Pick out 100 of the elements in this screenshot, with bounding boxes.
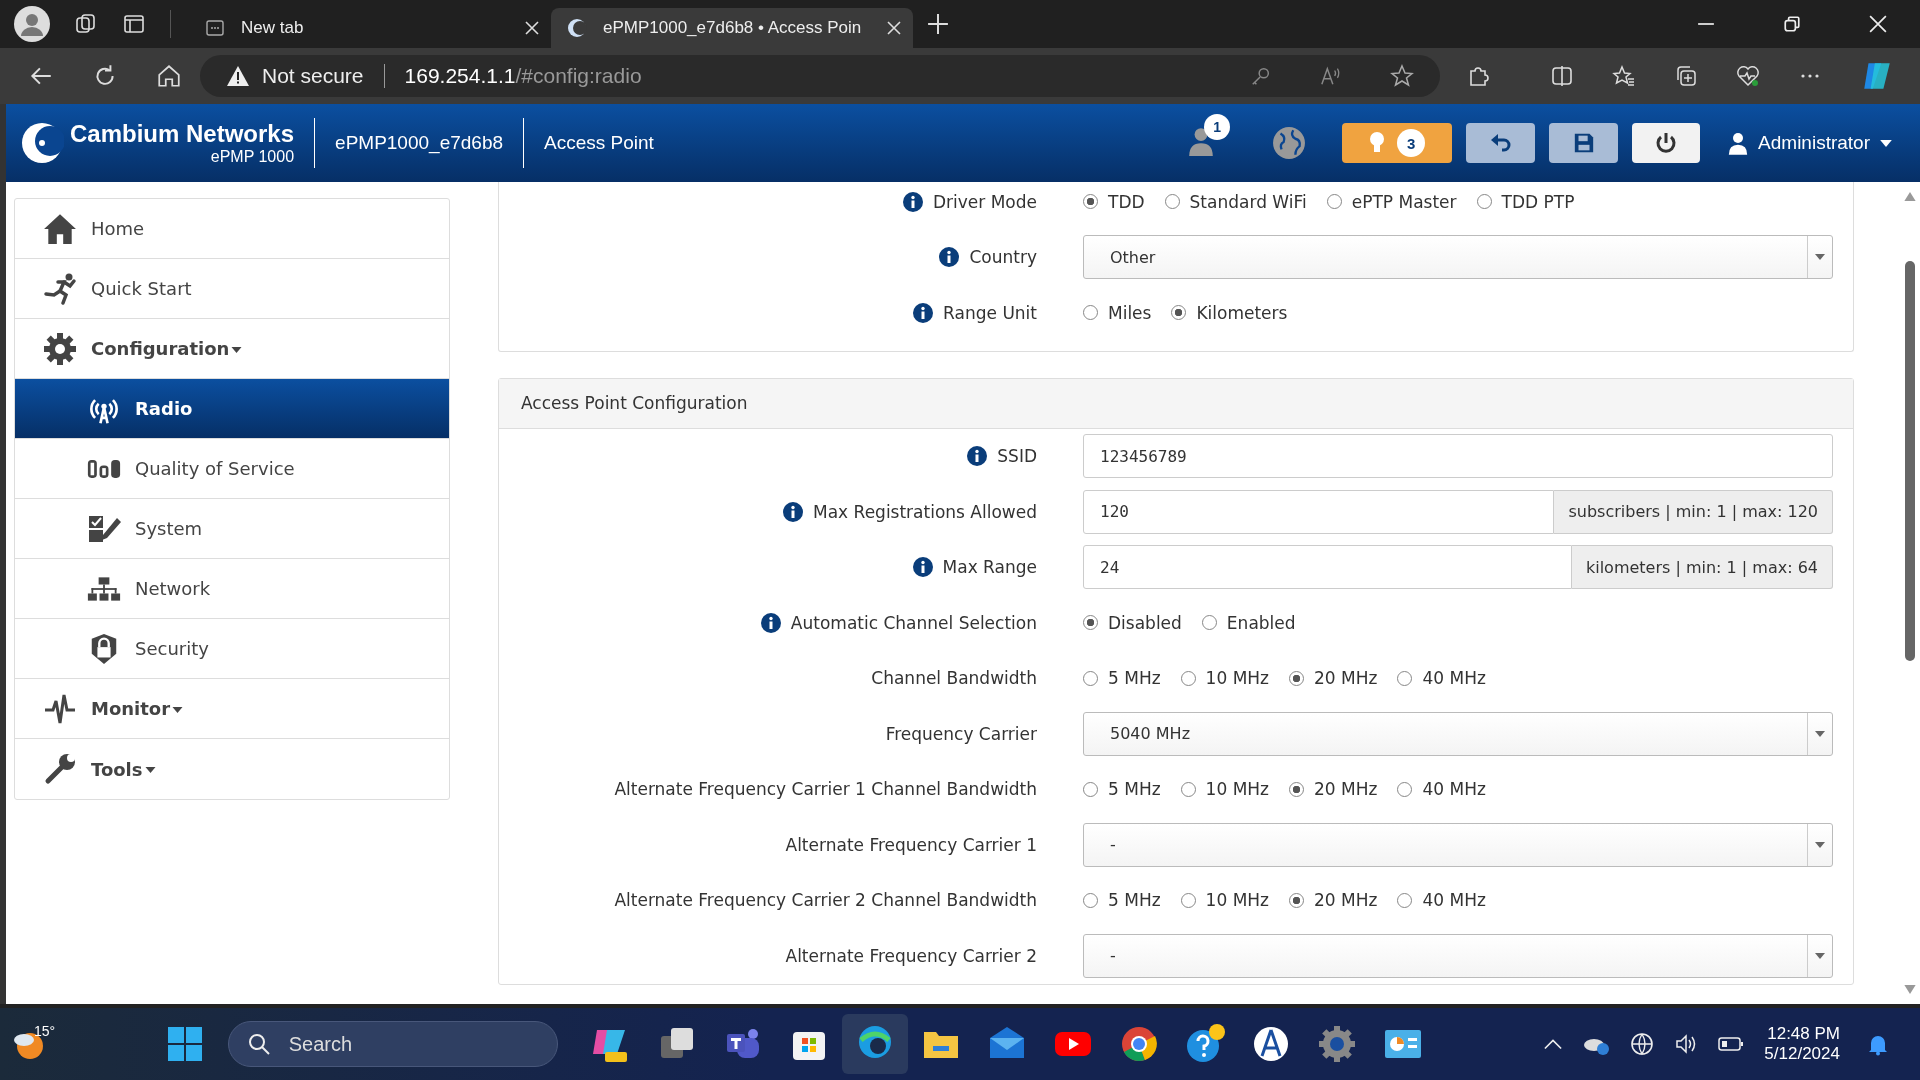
settings-icon[interactable] [1316,1024,1357,1064]
radio-option[interactable]: Miles [1083,302,1152,323]
radio-option[interactable]: 10 MHz [1180,668,1269,689]
star-icon[interactable] [1390,64,1414,88]
radio-option[interactable]: TDD PTP [1476,191,1575,212]
sidebar-item[interactable]: Network [15,559,449,619]
sidebar-item[interactable]: Tools [15,739,449,799]
dropdown[interactable]: 5040 MHz [1083,711,1833,756]
dropdown[interactable]: - [1083,822,1833,867]
sidebar-item[interactable]: Monitor [15,679,449,739]
field-label: Range Unit [943,302,1037,323]
dropdown[interactable]: Other [1083,235,1833,280]
collections-icon[interactable] [1674,64,1698,88]
key-icon[interactable] [1250,65,1272,87]
radio-option[interactable]: 20 MHz [1289,668,1378,689]
info-icon[interactable] [967,446,988,467]
radio-option[interactable]: TDD [1083,191,1145,212]
save-button[interactable] [1549,123,1619,163]
radio-option[interactable]: 40 MHz [1397,890,1486,911]
input-field[interactable]: 120 [1083,489,1555,534]
power-button[interactable] [1632,123,1701,163]
radio-option[interactable]: Disabled [1083,612,1182,633]
field-label: Channel Bandwidth [871,668,1037,689]
browser-tab[interactable]: New tab [189,8,551,48]
radio-option[interactable]: 10 MHz [1180,890,1269,911]
info-icon[interactable] [902,191,923,212]
clock[interactable]: 12:48 PM 5/12/2024 [1764,1024,1840,1064]
start-icon[interactable] [166,1026,203,1062]
user-icon[interactable] [1188,126,1215,156]
field-label: Alternate Frequency Carrier 1 [785,834,1037,855]
radio-option[interactable]: Kilometers [1171,302,1288,323]
search-field[interactable]: Search [227,1021,558,1067]
new-tab-icon[interactable] [927,13,949,35]
user-icon [1728,131,1749,155]
input-field[interactable]: 123456789 [1083,434,1833,479]
radio-option[interactable]: 40 MHz [1397,668,1486,689]
sidebar-item[interactable]: Quality of Service [15,439,449,499]
scroll-up-icon[interactable] [1904,192,1916,201]
radio-option[interactable]: 5 MHz [1083,779,1161,800]
radio-option[interactable]: 20 MHz [1289,890,1378,911]
radio-option[interactable]: 20 MHz [1289,779,1378,800]
battery-icon[interactable] [1718,1036,1745,1052]
info-icon[interactable] [939,247,960,268]
read-aloud-icon[interactable] [1320,65,1342,87]
workspaces-icon[interactable] [74,12,98,36]
dropdown[interactable]: - [1083,933,1833,978]
address-bar[interactable]: Not secure 169.254.1.1/#config:radio [200,55,1440,97]
field-label: Alternate Frequency Carrier 2 Channel Bandwidth [614,890,1037,911]
user-count-badge: 1 [1204,114,1231,140]
radio-option[interactable]: Enabled [1201,612,1296,633]
lightbulb-icon [1369,131,1386,155]
user-menu[interactable]: Administrator [1728,131,1892,155]
scroll-thumb[interactable] [1905,261,1915,661]
profile-icon[interactable] [14,6,50,42]
panel-title: Access Point Configuration [499,378,1853,429]
home-icon[interactable] [156,63,182,89]
close-icon[interactable] [1869,15,1887,33]
info-icon[interactable] [760,612,781,633]
caret-icon [1815,730,1825,737]
field-label: Max Range [942,557,1037,578]
field-label: Frequency Carrier [885,723,1037,744]
chevron-up-icon[interactable] [1544,1038,1563,1050]
radio-option[interactable]: 5 MHz [1083,890,1161,911]
crescent-logo-icon [567,18,587,38]
split-screen-icon[interactable] [1550,64,1574,88]
gear-icon [43,332,77,365]
restore-icon[interactable] [1783,15,1801,33]
close-icon[interactable] [887,21,901,35]
cambium-logo-icon [20,121,64,165]
radio-option[interactable]: 5 MHz [1083,668,1161,689]
info-icon[interactable] [783,501,804,522]
close-icon[interactable] [525,21,539,35]
radio-option[interactable]: ePTP Master [1326,191,1457,212]
favorites-icon[interactable] [1612,64,1636,88]
caret-icon [1880,139,1892,147]
heartbeat-icon[interactable] [1736,64,1760,88]
alerts-button[interactable]: 3 [1342,123,1453,163]
radio-option[interactable]: 40 MHz [1397,779,1486,800]
globe-icon[interactable] [1630,1032,1655,1056]
sidebar-item[interactable]: Home [15,199,449,259]
brand-name: Cambium Networks [70,120,295,148]
info-icon[interactable] [912,557,933,578]
field-label: Max Registrations Allowed [813,501,1037,522]
sidebar-item[interactable]: Quick Start [15,259,449,319]
scroll-down-icon[interactable] [1904,985,1916,994]
running-figure-icon [43,272,77,305]
radio-option[interactable]: 10 MHz [1180,779,1269,800]
info-icon[interactable] [913,302,934,323]
radio-option[interactable]: Standard WiFi [1164,191,1307,212]
browser-tab[interactable]: ePMP1000_e7d6b8 • Access Poin [551,8,913,48]
sidebar-item[interactable]: Security [15,619,449,679]
weather-widget[interactable]: 15° [12,1026,56,1062]
sidebar-item[interactable]: Radio [15,379,449,439]
search-icon [246,1032,271,1056]
help-icon[interactable] [1184,1024,1225,1064]
undo-button[interactable] [1466,123,1536,163]
sidebar-item[interactable]: System [15,499,449,559]
field-label: Alternate Frequency Carrier 2 [785,945,1037,966]
input-field[interactable]: 24 [1083,545,1572,590]
tab-actions-icon[interactable] [122,12,146,36]
